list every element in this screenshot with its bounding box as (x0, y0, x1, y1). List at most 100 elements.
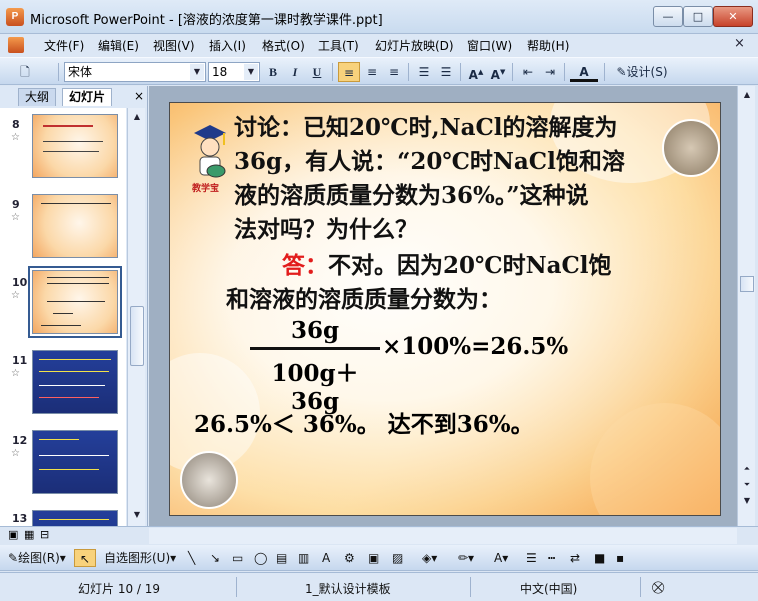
rectangle-icon[interactable]: ▭ (232, 549, 243, 567)
scroll-thumb[interactable] (130, 306, 144, 366)
minimize-button[interactable]: — (653, 6, 683, 27)
font-size-select[interactable]: 18 ▼ (208, 62, 260, 82)
chevron-down-icon[interactable]: ▼ (190, 64, 204, 80)
oval-icon[interactable]: ◯ (254, 549, 267, 567)
scroll-down-icon[interactable]: ▼ (740, 494, 754, 508)
font-color-icon[interactable]: A▾ (494, 549, 508, 567)
menu-help[interactable]: 帮助(H) (527, 37, 569, 54)
bullets-icon[interactable]: ☰ (436, 62, 456, 82)
powerpoint-icon[interactable]: P (6, 8, 24, 26)
fill-color-icon[interactable]: ◈▾ (422, 549, 437, 567)
fraction-result[interactable]: ×100%=26.5% (382, 333, 568, 360)
drawing-toolbar: ✎绘图(R)▾ ↖ 自选图形(U)▾ ╲ ↘ ▭ ◯ ▤ ▥ A ⚙ ▣ ▨ ◈… (0, 545, 758, 571)
diagram-icon[interactable]: ⚙ (344, 549, 355, 567)
menu-insert[interactable]: 插入(I) (209, 37, 246, 54)
line-style-icon[interactable]: ☰ (526, 549, 537, 567)
previous-slide-icon[interactable]: ⏶ (740, 462, 754, 476)
decrease-indent-icon[interactable]: ⇤ (518, 62, 538, 82)
arrow-style-icon[interactable]: ⇄ (570, 549, 580, 567)
scroll-down-icon[interactable]: ▼ (130, 508, 144, 522)
slide-thumbnail[interactable] (32, 114, 118, 178)
font-select[interactable]: 宋体 ▼ (64, 62, 206, 82)
horizontal-scrollbar[interactable] (149, 528, 737, 544)
view-row: ▣ ▦ ⊟ (0, 526, 758, 544)
range-hood-photo[interactable] (180, 451, 238, 509)
thumb-number: 11 (12, 354, 28, 367)
answer-line: 不对。因为20℃时NaCl饱 (328, 252, 612, 279)
picture-icon[interactable]: ▨ (392, 549, 403, 567)
align-center-button[interactable]: ≡ (362, 62, 382, 82)
thumb-number: 12 (12, 434, 28, 447)
menu-tools[interactable]: 工具(T) (318, 37, 359, 54)
increase-font-icon[interactable]: A▲ (466, 62, 486, 82)
scroll-up-icon[interactable]: ▲ (740, 88, 754, 102)
thumbnail-list[interactable]: 8 ☆ 9 ☆ 10 ☆ 11 ☆ 12 ☆ 13 (0, 108, 126, 526)
scroll-up-icon[interactable]: ▲ (130, 110, 144, 124)
autoshapes-button[interactable]: 自选图形(U)▾ (104, 549, 176, 567)
vertical-textbox-icon[interactable]: ▥ (298, 549, 309, 567)
align-right-button[interactable]: ≡ (384, 62, 404, 82)
decrease-font-icon[interactable]: A▼ (488, 62, 508, 82)
close-pane-icon[interactable]: × (134, 89, 144, 103)
line-color-icon[interactable]: ✏▾ (458, 549, 474, 567)
slide-thumbnail[interactable] (32, 350, 118, 414)
design-button[interactable]: ✎设计(S) (610, 62, 674, 82)
design-template[interactable]: 1_默认设计模板 (305, 580, 391, 597)
numbering-icon[interactable]: ☰ (414, 62, 434, 82)
3d-icon[interactable]: ▪ (616, 549, 624, 567)
slide-thumbnail-selected[interactable] (28, 266, 122, 338)
document-icon[interactable] (8, 37, 24, 53)
autoshapes-label: 自选图形(U) (104, 551, 171, 565)
question-line: 液的溶质质量分数为36%。”这种说 (234, 182, 589, 209)
close-button[interactable]: ✕ (713, 6, 753, 27)
new-file-icon[interactable]: 🗋 (16, 62, 34, 82)
slideshow-view-icon[interactable]: ⊟ (40, 528, 49, 541)
font-color-button[interactable]: A (570, 62, 598, 82)
slide-thumbnail[interactable] (32, 194, 118, 258)
fraction-bar (250, 347, 380, 350)
slide-thumbnail[interactable] (32, 510, 118, 526)
menu-window[interactable]: 窗口(W) (467, 37, 512, 54)
tab-outline[interactable]: 大纲 (18, 88, 57, 106)
close-document-icon[interactable]: × (734, 36, 745, 51)
answer-label: 答： (282, 252, 328, 279)
tab-slides[interactable]: 幻灯片 (62, 88, 113, 106)
draw-menu-button[interactable]: ✎绘图(R)▾ (8, 549, 66, 567)
bold-button[interactable]: B (264, 62, 282, 82)
question-text[interactable]: 讨论：已知20℃时,NaCl的溶解度为 36g，有人说：“20℃时NaCl饱和溶… (234, 111, 674, 247)
increase-indent-icon[interactable]: ⇥ (540, 62, 560, 82)
textbox-icon[interactable]: ▤ (276, 549, 287, 567)
wordart-icon[interactable]: A (322, 549, 330, 567)
fraction[interactable]: 36g 100g＋36g (250, 317, 380, 415)
menu-edit[interactable]: 编辑(E) (98, 37, 139, 54)
arrow-icon[interactable]: ↘ (210, 549, 220, 567)
scroll-thumb[interactable] (740, 276, 754, 292)
menu-view[interactable]: 视图(V) (153, 37, 195, 54)
slide-canvas[interactable]: 教学宝 讨论：已知20℃时,NaCl的溶解度为 36g，有人说：“20℃时NaC… (169, 102, 721, 516)
dash-style-icon[interactable]: ┅ (548, 549, 555, 567)
answer-text[interactable]: 答：不对。因为20℃时NaCl饱 和溶液的溶质质量分数为： (226, 249, 706, 317)
conclusion-text[interactable]: 26.5%＜ 36%。 达不到36%。 (194, 405, 534, 439)
menu-slideshow[interactable]: 幻灯片放映(D) (375, 37, 454, 54)
line-icon[interactable]: ╲ (188, 549, 195, 567)
question-line: 36g，有人说：“20℃时NaCl饱和溶 (234, 148, 625, 175)
italic-button[interactable]: I (286, 62, 304, 82)
slide-editor[interactable]: 教学宝 讨论：已知20℃时,NaCl的溶解度为 36g，有人说：“20℃时NaC… (149, 86, 737, 526)
slide-thumbnail[interactable] (32, 430, 118, 494)
sorter-view-icon[interactable]: ▦ (24, 528, 34, 541)
thumbnail-scrollbar[interactable]: ▲ ▼ (127, 108, 145, 526)
maximize-button[interactable]: □ (683, 6, 713, 27)
chevron-down-icon[interactable]: ▼ (244, 64, 258, 80)
slide-scrollbar[interactable]: ▲ ⏶ ⏷ ▼ (737, 86, 755, 526)
select-cursor-icon[interactable]: ↖ (74, 549, 96, 567)
underline-button[interactable]: U (308, 62, 326, 82)
normal-view-icon[interactable]: ▣ (8, 528, 18, 541)
shadow-icon[interactable]: ■ (594, 549, 605, 567)
next-slide-icon[interactable]: ⏷ (740, 478, 754, 492)
menu-file[interactable]: 文件(F) (44, 37, 84, 54)
teacher-mascot-icon[interactable] (190, 123, 230, 187)
menu-format[interactable]: 格式(O) (262, 37, 305, 54)
align-left-button[interactable]: ≡ (338, 62, 360, 82)
spelling-status-icon[interactable]: ⛒ (652, 580, 664, 595)
clipart-icon[interactable]: ▣ (368, 549, 379, 567)
